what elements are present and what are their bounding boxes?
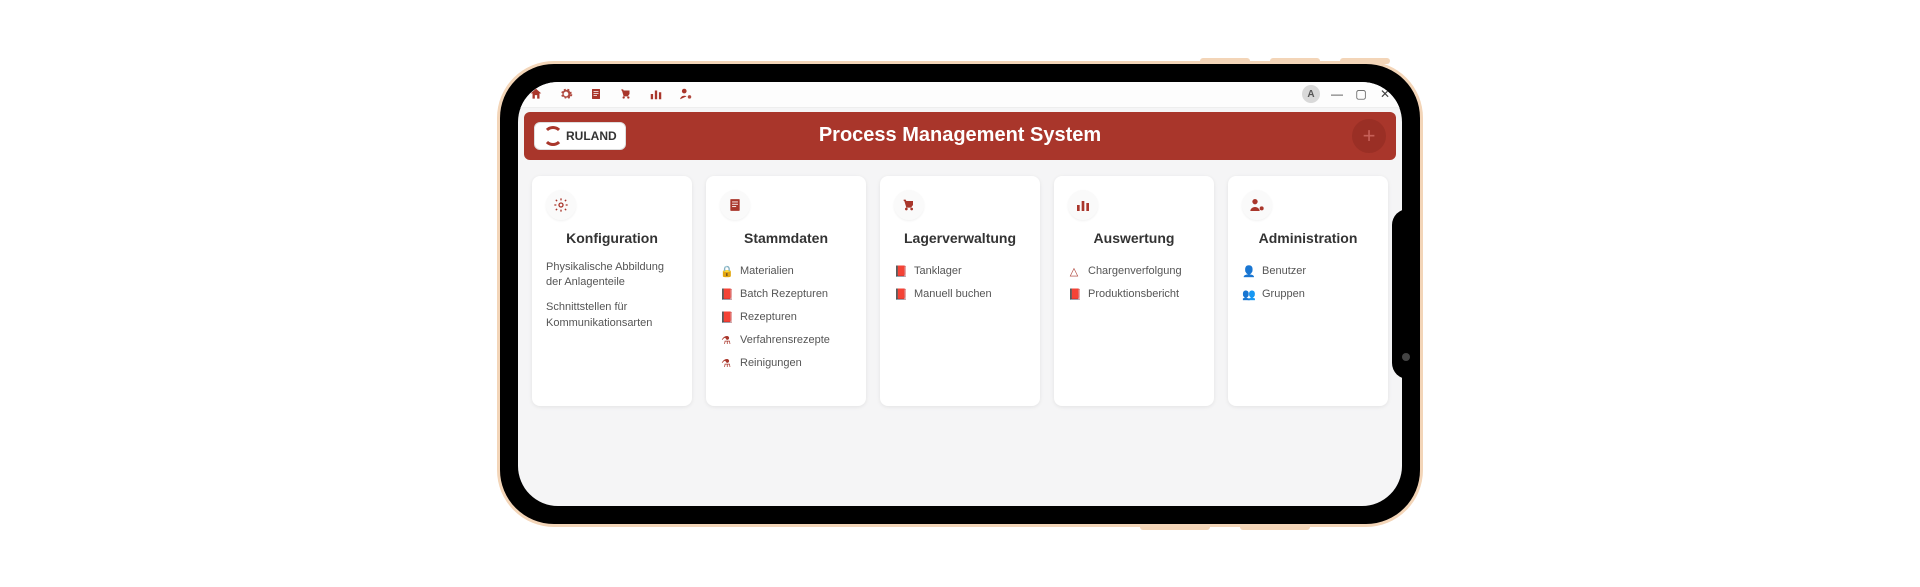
device-notch — [1392, 209, 1420, 379]
card-item-label: Batch Rezepturen — [740, 288, 828, 300]
document-icon: 📕 — [720, 288, 732, 301]
add-button[interactable]: + — [1352, 119, 1386, 153]
card-auswertung[interactable]: Auswertung △ Chargenverfolgung 📕 Produktio… — [1054, 176, 1214, 406]
card-title: Auswertung — [1068, 230, 1200, 246]
card-item-benutzer[interactable]: 👤 Benutzer — [1242, 260, 1374, 283]
maximize-button[interactable]: ▢ — [1354, 87, 1368, 101]
avatar[interactable]: A — [1302, 85, 1320, 103]
cart-icon[interactable] — [618, 86, 634, 102]
card-title: Stammdaten — [720, 230, 852, 246]
card-item-label: Reinigungen — [740, 357, 802, 369]
user-gear-icon[interactable] — [678, 86, 694, 102]
top-toolbar: A — ▢ ✕ — [518, 82, 1402, 108]
close-button[interactable]: ✕ — [1378, 87, 1392, 101]
gear-icon — [546, 190, 576, 220]
device-physical-button — [1140, 524, 1210, 530]
document-icon: 📕 — [894, 265, 906, 278]
user-icon: 👤 — [1242, 265, 1254, 278]
card-item-verfahrensrezepte[interactable]: ⚗ Verfahrensrezepte — [720, 329, 852, 352]
logo[interactable]: RULAND — [534, 122, 626, 150]
dashboard-cards: Konfiguration Physikalische Abbildung de… — [518, 164, 1402, 418]
users-icon: 👥 — [1242, 288, 1254, 301]
card-item-label: Gruppen — [1262, 288, 1305, 300]
lock-icon: 🔒 — [720, 265, 732, 278]
home-icon[interactable] — [528, 86, 544, 102]
device-frame: A — ▢ ✕ RULAND Process Management System… — [500, 64, 1420, 524]
document-icon: 📕 — [1068, 288, 1080, 301]
card-lagerverwaltung[interactable]: Lagerverwaltung 📕 Tanklager 📕 Manuell buch… — [880, 176, 1040, 406]
document-icon: 📕 — [894, 288, 906, 301]
card-item-batch-rezepturen[interactable]: 📕 Batch Rezepturen — [720, 283, 852, 306]
card-item-gruppen[interactable]: 👥 Gruppen — [1242, 283, 1374, 306]
card-item-manuell-buchen[interactable]: 📕 Manuell buchen — [894, 283, 1026, 306]
flask-icon: ⚗ — [720, 357, 732, 370]
app-header: RULAND Process Management System + — [524, 112, 1396, 160]
card-administration[interactable]: Administration 👤 Benutzer 👥 Gruppen — [1228, 176, 1388, 406]
card-item-label: Rezepturen — [740, 311, 797, 323]
minimize-button[interactable]: — — [1330, 87, 1344, 101]
logo-text: RULAND — [566, 129, 617, 143]
card-item-produktionsbericht[interactable]: 📕 Produktionsbericht — [1068, 283, 1200, 306]
document-icon — [720, 190, 750, 220]
logo-icon — [543, 126, 563, 146]
card-item-label: Manuell buchen — [914, 288, 992, 300]
device-physical-button — [1340, 58, 1390, 64]
card-item-chargenverfolgung[interactable]: △ Chargenverfolgung — [1068, 260, 1200, 283]
gear-icon[interactable] — [558, 86, 574, 102]
card-item-label: Verfahrensrezepte — [740, 334, 830, 346]
device-physical-button — [1200, 58, 1250, 64]
card-konfiguration[interactable]: Konfiguration Physikalische Abbildung de… — [532, 176, 692, 406]
flask-icon: ⚗ — [720, 334, 732, 347]
card-item-rezepturen[interactable]: 📕 Rezepturen — [720, 306, 852, 329]
warning-icon: △ — [1068, 265, 1080, 278]
card-stammdaten[interactable]: Stammdaten 🔒 Materialien 📕 Batch Rezepture… — [706, 176, 866, 406]
bar-chart-icon — [1068, 190, 1098, 220]
card-title: Lagerverwaltung — [894, 230, 1026, 246]
card-description: Schnittstellen für Kommunikationsarten — [546, 300, 678, 331]
card-item-label: Materialien — [740, 265, 794, 277]
card-title: Administration — [1242, 230, 1374, 246]
page-title: Process Management System — [819, 124, 1101, 147]
card-item-reinigungen[interactable]: ⚗ Reinigungen — [720, 352, 852, 375]
card-item-label: Produktionsbericht — [1088, 288, 1179, 300]
app-screen: A — ▢ ✕ RULAND Process Management System… — [518, 82, 1402, 506]
card-title: Konfiguration — [546, 230, 678, 246]
card-item-materialien[interactable]: 🔒 Materialien — [720, 260, 852, 283]
card-item-label: Chargenverfolgung — [1088, 265, 1182, 277]
device-physical-button — [1270, 58, 1320, 64]
bar-chart-icon[interactable] — [648, 86, 664, 102]
card-item-tanklager[interactable]: 📕 Tanklager — [894, 260, 1026, 283]
document-icon: 📕 — [720, 311, 732, 324]
card-item-label: Benutzer — [1262, 265, 1306, 277]
cart-icon — [894, 190, 924, 220]
user-gear-icon — [1242, 190, 1272, 220]
document-icon[interactable] — [588, 86, 604, 102]
card-description: Physikalische Abbildung der Anlagenteile — [546, 260, 678, 291]
device-physical-button — [1240, 524, 1310, 530]
card-item-label: Tanklager — [914, 265, 962, 277]
